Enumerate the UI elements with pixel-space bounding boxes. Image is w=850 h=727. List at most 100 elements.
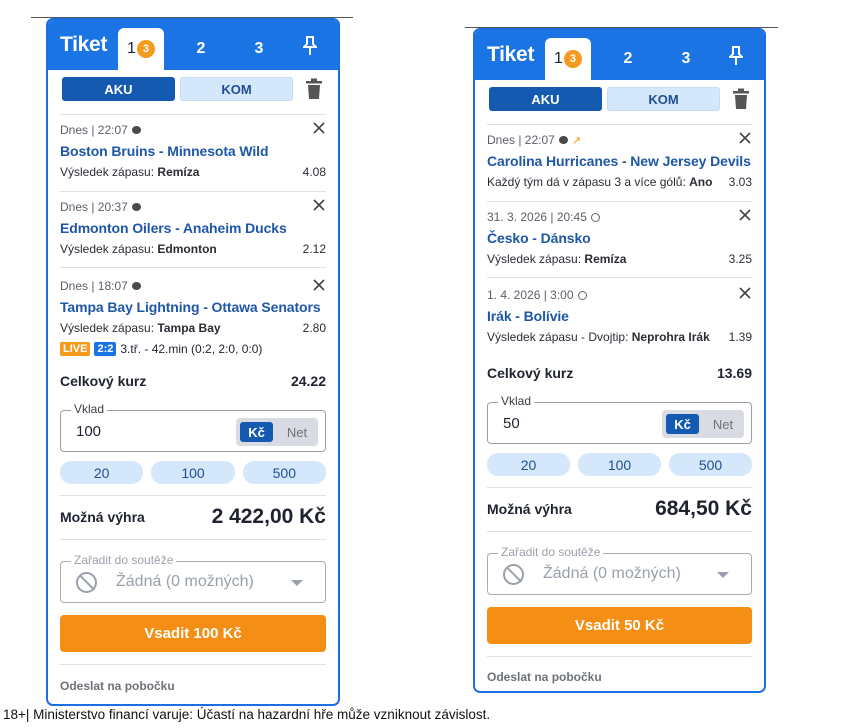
stake-value[interactable]: 50 [503, 415, 520, 432]
aku-button[interactable]: AKU [489, 87, 602, 111]
quick-stake-row: 20 100 500 [60, 461, 326, 484]
currency-net-button[interactable]: Net [708, 414, 738, 434]
market-label: Výsledek zápasu: [60, 165, 155, 179]
kom-button[interactable]: KOM [180, 77, 293, 101]
possible-win-value: 684,50 Kč [655, 497, 752, 520]
contest-value: Žádná (0 možných) [116, 573, 254, 590]
place-bet-button[interactable]: Vsadit 50 Kč [487, 607, 752, 644]
slip-title: Tiket [487, 43, 535, 66]
close-icon[interactable] [312, 198, 326, 212]
mode-switch: AKU KOM [487, 80, 752, 124]
selection-value: Neprohra Irák [631, 330, 710, 344]
market-label: Výsledek zápasu: [487, 252, 582, 266]
market-label: Každý tým dá v zápasu 3 a více gólů: [487, 175, 686, 189]
quick-stake-button[interactable]: 20 [487, 453, 570, 476]
possible-win-value: 2 422,00 Kč [211, 505, 326, 528]
slip-header: Tiket 1 3 2 3 [48, 20, 338, 70]
odds-value: 3.03 [728, 175, 752, 189]
quick-stake-button[interactable]: 100 [578, 453, 661, 476]
selection-value: Remíza [157, 165, 200, 179]
selection-value: Tampa Bay [157, 321, 221, 335]
currency-toggle: Kč Net [236, 418, 318, 446]
match-name[interactable]: Boston Bruins - Minnesota Wild [60, 143, 326, 159]
close-icon[interactable] [312, 278, 326, 292]
bet-selection: Dnes | 22:07 ↗ Carolina Hurricanes - New … [487, 124, 752, 201]
match-name[interactable]: Carolina Hurricanes - New Jersey Devils [487, 153, 752, 169]
quick-stake-button[interactable]: 100 [151, 461, 235, 484]
stake-input[interactable]: Vklad 100 Kč Net [60, 402, 326, 452]
match-name[interactable]: Česko - Dánsko [487, 230, 752, 246]
close-icon[interactable] [312, 121, 326, 135]
bet-selection: Dnes | 20:37 Edmonton Oilers - Anaheim D… [60, 191, 326, 267]
trash-icon[interactable] [732, 88, 750, 110]
hockey-puck-icon [131, 126, 141, 134]
selection-value: Remíza [584, 252, 627, 266]
selection-count-badge: 3 [563, 50, 582, 68]
match-time: Dnes | 22:07 [487, 133, 555, 147]
tab-2[interactable]: 2 [178, 28, 224, 70]
possible-win-row: Možná výhra 2 422,00 Kč [60, 505, 326, 529]
contest-select[interactable]: Zařadit do soutěže Žádná (0 možných) [487, 545, 752, 595]
close-icon[interactable] [738, 208, 752, 222]
trash-icon[interactable] [305, 78, 323, 100]
total-odds-label: Celkový kurz [60, 373, 147, 389]
market-label: Výsledek zápasu: [60, 321, 155, 335]
divider [487, 531, 752, 532]
tab-3[interactable]: 3 [236, 28, 282, 70]
bet-selection: 1. 4. 2026 | 3:00 Irák - Bolívie Výslede… [487, 277, 752, 363]
chevron-down-icon [291, 580, 303, 586]
currency-toggle: Kč Net [662, 410, 744, 438]
quick-stake-button[interactable]: 500 [669, 453, 752, 476]
tab-2[interactable]: 2 [605, 38, 651, 80]
soccer-ball-icon [577, 290, 587, 300]
odds-value: 1.39 [728, 330, 752, 344]
bet-slip-right: Tiket 1 3 2 3 AKU KOM Dnes | 22:07 ↗ Caro… [473, 28, 766, 693]
total-odds-value: 13.69 [716, 365, 752, 381]
possible-win-label: Možná výhra [487, 501, 572, 517]
quick-stake-button[interactable]: 20 [60, 461, 144, 484]
total-odds-row: Celkový kurz 24.22 [60, 373, 326, 389]
stake-input[interactable]: Vklad 50 Kč Net [487, 394, 752, 444]
match-name[interactable]: Tampa Bay Lightning - Ottawa Senators [60, 299, 326, 315]
send-to-branch-link[interactable]: Odeslat na pobočku [60, 679, 326, 693]
aku-button[interactable]: AKU [62, 77, 175, 101]
kom-button[interactable]: KOM [607, 87, 720, 111]
chevron-down-icon [717, 572, 729, 578]
match-name[interactable]: Edmonton Oilers - Anaheim Ducks [60, 220, 326, 236]
bet-slip-left: Tiket 1 3 2 3 AKU KOM Dnes | 22:07 Bosto… [46, 18, 340, 706]
slip-title: Tiket [60, 33, 108, 56]
place-bet-button[interactable]: Vsadit 100 Kč [60, 615, 326, 652]
market-label: Výsledek zápasu: [60, 242, 155, 256]
divider [487, 656, 752, 657]
match-time: Dnes | 18:07 [60, 279, 128, 293]
match-time: Dnes | 20:37 [60, 200, 128, 214]
selection-count-badge: 3 [136, 40, 155, 58]
contest-select[interactable]: Zařadit do soutěže Žádná (0 možných) [60, 553, 326, 603]
currency-kc-button[interactable]: Kč [240, 422, 273, 442]
stake-value[interactable]: 100 [76, 423, 101, 440]
prohibited-icon [503, 564, 524, 585]
stake-label: Vklad [71, 402, 108, 416]
selection-value: Edmonton [157, 242, 217, 256]
close-icon[interactable] [738, 131, 752, 145]
contest-label: Zařadit do soutěže [71, 553, 177, 567]
currency-kc-button[interactable]: Kč [666, 414, 699, 434]
total-odds-value: 24.22 [290, 373, 326, 389]
pin-icon[interactable] [300, 36, 320, 58]
match-name[interactable]: Irák - Bolívie [487, 308, 752, 324]
stake-label: Vklad [498, 394, 535, 408]
divider [487, 487, 752, 488]
match-time: Dnes | 22:07 [60, 123, 128, 137]
tab-1[interactable]: 1 3 [118, 28, 164, 70]
currency-net-button[interactable]: Net [282, 422, 312, 442]
odds-value: 3.25 [728, 252, 752, 266]
close-icon[interactable] [738, 286, 752, 300]
live-score-badge: 2:2 [94, 342, 117, 356]
quick-stake-button[interactable]: 500 [242, 461, 326, 484]
pin-icon[interactable] [726, 46, 746, 68]
divider [60, 495, 326, 496]
send-to-branch-link[interactable]: Odeslat na pobočku [487, 670, 752, 684]
tab-1[interactable]: 1 3 [545, 38, 591, 80]
trend-up-icon: ↗ [571, 134, 582, 147]
tab-3[interactable]: 3 [663, 38, 709, 80]
